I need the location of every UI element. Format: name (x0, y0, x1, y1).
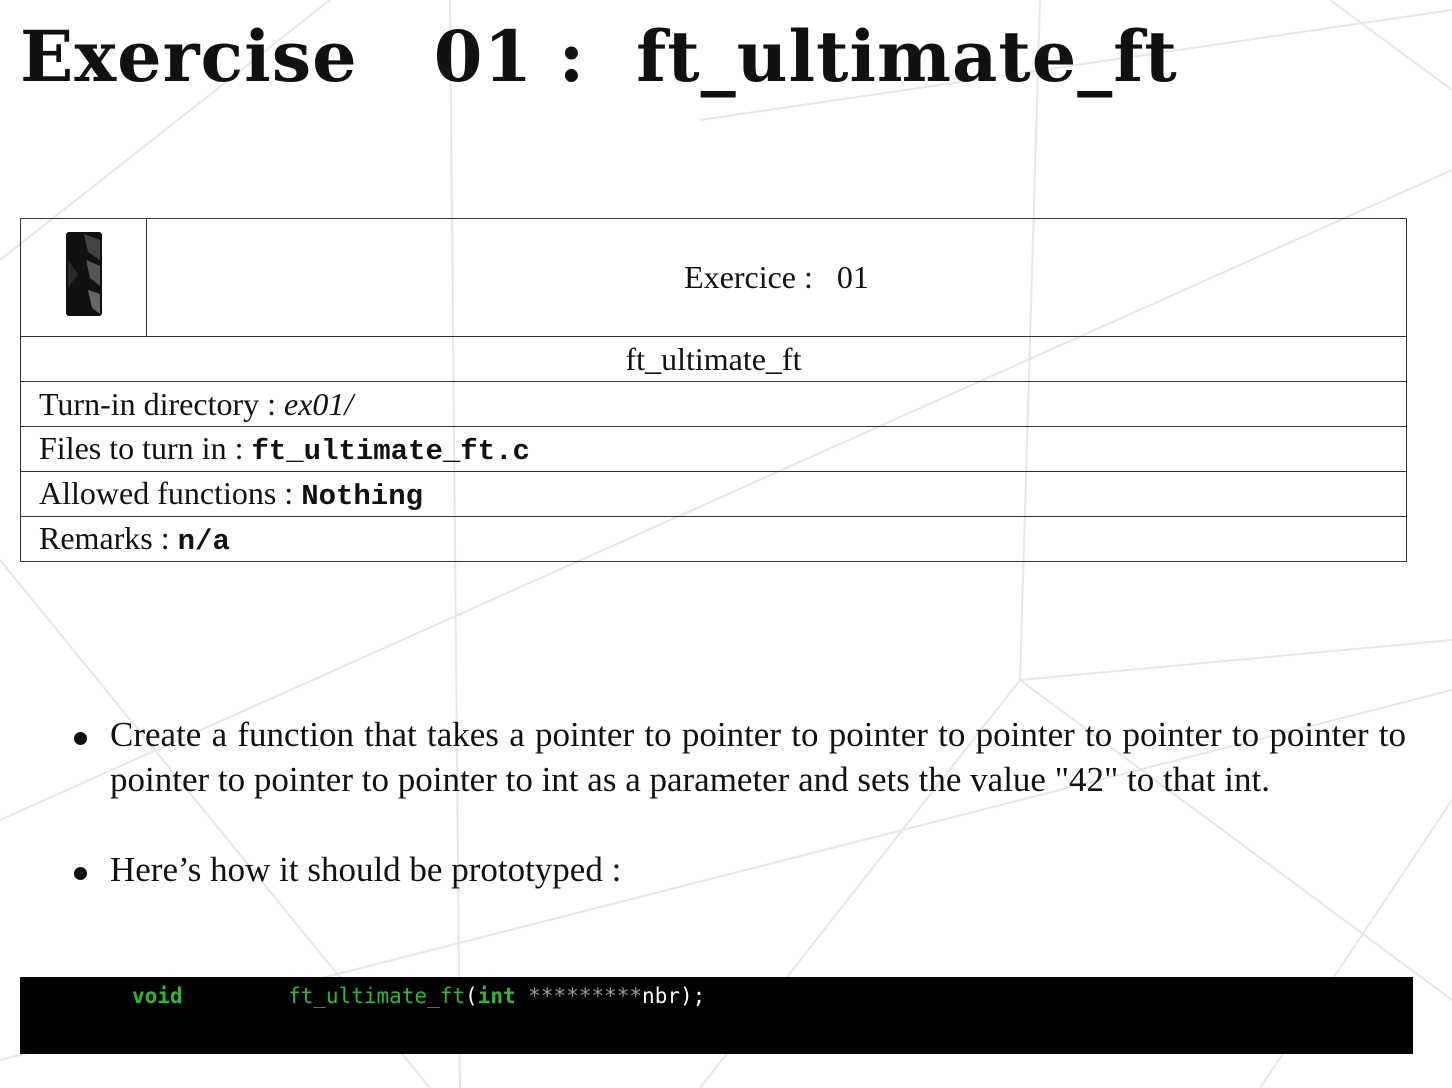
function-name: ft_ultimate_ft (625, 340, 802, 377)
allowed-functions-row: Allowed functions : Nothing (20, 471, 1407, 517)
code-function-name: ft_ultimate_ft (288, 984, 466, 1008)
list-item: Here’s how it should be prototyped : (66, 847, 1406, 892)
page-title: Exercise 01 : ft_ultimate_ft (20, 15, 1178, 98)
school-logo-icon (65, 231, 102, 316)
instruction-text: Create a function that takes a pointer t… (110, 715, 1406, 799)
code-prototype: ft_ultimate_ft(int *********nbr); (288, 983, 705, 1009)
files-label: Files to turn in : (39, 430, 244, 466)
files-to-turn-in-row: Files to turn in : ft_ultimate_ft.c (20, 426, 1407, 472)
exercise-label: Exercice : (684, 259, 813, 295)
turn-in-directory-row: Turn-in directory : ex01/ (20, 381, 1407, 427)
code-open-paren: ( (465, 984, 478, 1008)
turn-in-value: ex01/ (284, 385, 354, 422)
remarks-value: n/a (177, 525, 230, 558)
allowed-label: Allowed functions : (39, 475, 294, 511)
exercise-number-cell: Exercice : 01 (146, 218, 1407, 337)
bullet-icon (74, 732, 87, 745)
code-param-name: nbr); (642, 984, 706, 1008)
list-item: Create a function that takes a pointer t… (66, 712, 1406, 802)
exercise-info-table: Exercice : 01 ft_ultimate_ft Turn-in dir… (20, 218, 1407, 562)
instruction-text: Here’s how it should be prototyped : (110, 850, 622, 889)
files-value: ft_ultimate_ft.c (251, 435, 530, 468)
school-logo-cell (20, 218, 147, 337)
code-return-type: void (132, 984, 183, 1008)
code-block: void ft_ultimate_ft(int *********nbr); (20, 977, 1413, 1054)
code-param-type: int (477, 984, 516, 1008)
bullet-icon (74, 867, 87, 880)
allowed-value: Nothing (301, 480, 424, 513)
turn-in-label: Turn-in directory : (39, 385, 277, 422)
code-pointer-stars: ********* (515, 984, 643, 1008)
remarks-label: Remarks : (39, 520, 170, 556)
instruction-list: Create a function that takes a pointer t… (66, 712, 1406, 937)
exercise-number: 01 (836, 259, 869, 295)
remarks-row: Remarks : n/a (20, 516, 1407, 562)
function-name-cell: ft_ultimate_ft (20, 336, 1407, 382)
